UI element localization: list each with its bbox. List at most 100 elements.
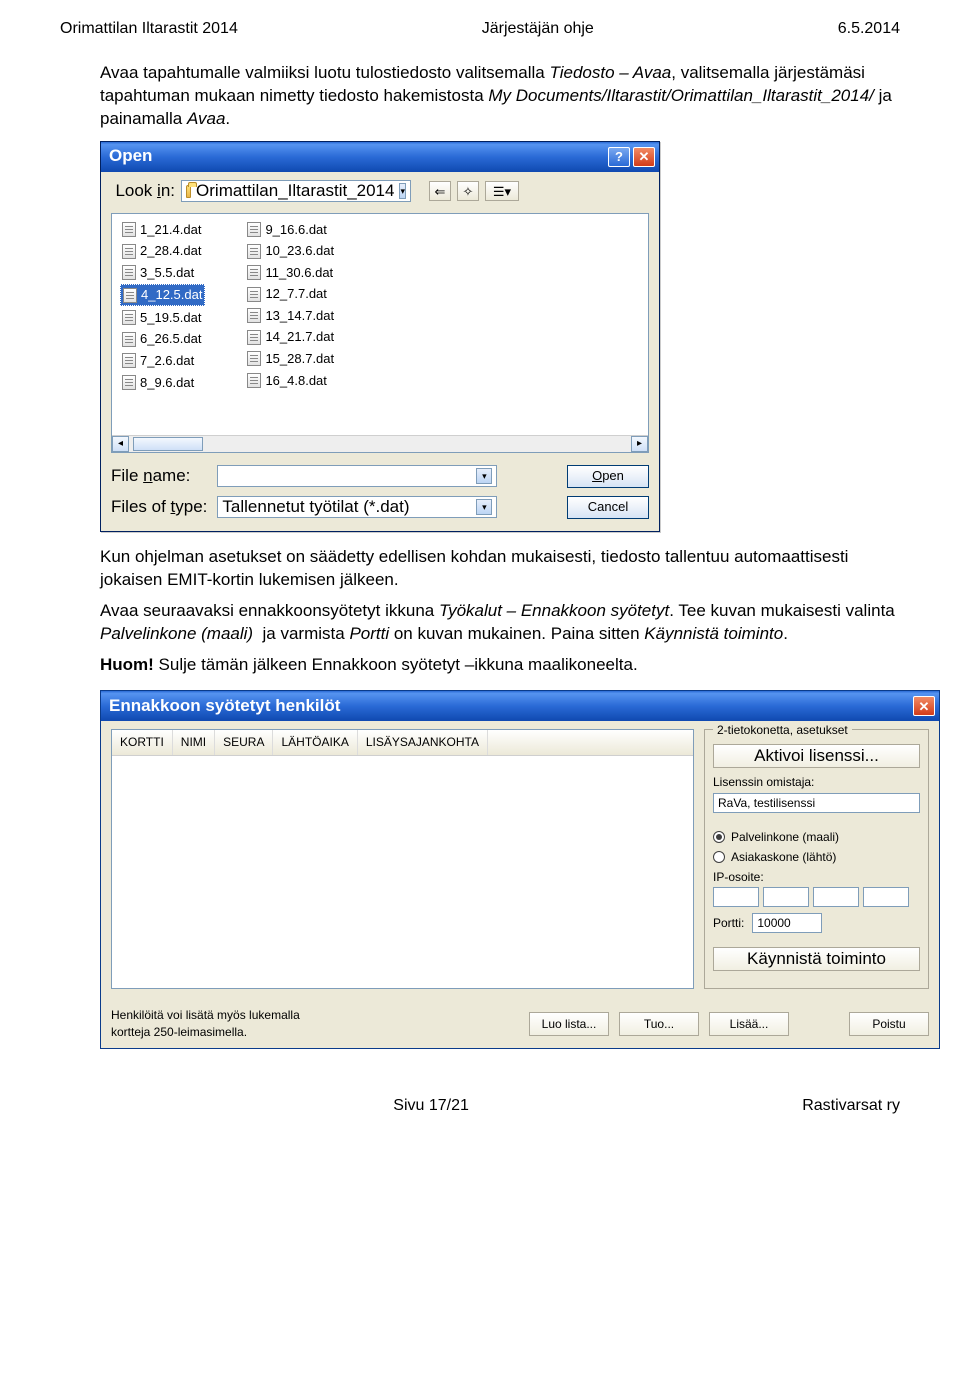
footer-right: Rastivarsat ry: [802, 1097, 900, 1115]
file-icon: [247, 222, 261, 237]
doc-header-center: Järjestäjän ohje: [482, 20, 594, 38]
dialog-titlebar[interactable]: Open ? ✕: [101, 142, 659, 172]
column-header[interactable]: LISÄYSAJANKOHTA: [358, 730, 488, 754]
file-icon: [122, 244, 136, 259]
close-icon[interactable]: ✕: [633, 147, 655, 167]
settings-panel: 2-tietokonetta, asetukset Aktivoi lisens…: [704, 729, 929, 989]
port-label: Portti:: [713, 915, 744, 931]
file-icon: [247, 244, 261, 259]
ennakkoon-dialog: Ennakkoon syötetyt henkilöt ✕ KORTTINIMI…: [100, 690, 940, 1048]
radio-server[interactable]: Palvelinkone (maali): [713, 829, 920, 845]
file-icon: [122, 222, 136, 237]
filetype-combo[interactable]: Tallennetut työtilat (*.dat) ▾: [217, 496, 497, 518]
scroll-left-icon[interactable]: ◂: [112, 436, 129, 452]
doc-header-right: 6.5.2014: [838, 20, 900, 38]
add-button[interactable]: Lisää...: [709, 1012, 789, 1036]
paragraph: Kun ohjelman asetukset on säädetty edell…: [100, 546, 900, 592]
file-item[interactable]: 10_23.6.dat: [245, 241, 336, 261]
file-icon: [247, 351, 261, 366]
help-icon[interactable]: ?: [608, 147, 630, 167]
doc-header-left: Orimattilan Iltarastit 2014: [60, 20, 238, 38]
scrollbar-horizontal[interactable]: ◂ ▸: [112, 435, 648, 452]
chevron-down-icon[interactable]: ▾: [476, 468, 492, 484]
radio-client[interactable]: Asiakaskone (lähtö): [713, 849, 920, 865]
file-icon: [247, 287, 261, 302]
license-owner-field[interactable]: RaVa, testilisenssi: [713, 793, 920, 813]
file-item[interactable]: 16_4.8.dat: [245, 371, 336, 391]
file-item[interactable]: 5_19.5.dat: [120, 308, 205, 328]
filetype-label: Files of type:: [111, 496, 207, 519]
open-button[interactable]: Open: [567, 465, 649, 488]
chevron-down-icon[interactable]: ▾: [476, 499, 492, 515]
file-name: 3_5.5.dat: [140, 264, 194, 282]
file-icon: [122, 332, 136, 347]
file-item[interactable]: 1_21.4.dat: [120, 220, 205, 240]
file-icon: [122, 310, 136, 325]
column-header[interactable]: NIMI: [173, 730, 215, 754]
column-header[interactable]: SEURA: [215, 730, 273, 754]
file-item[interactable]: 15_28.7.dat: [245, 349, 336, 369]
file-icon: [247, 265, 261, 280]
cancel-button[interactable]: Cancel: [567, 496, 649, 519]
toolbar-icons: ⇐ ✧ ☰▾: [429, 181, 519, 201]
dialog-bottombar: Henkilöitä voi lisätä myös lukemalla kor…: [101, 999, 939, 1047]
file-name: 16_4.8.dat: [265, 372, 326, 390]
dialog-titlebar[interactable]: Ennakkoon syötetyt henkilöt ✕: [101, 691, 939, 721]
dialog-title: Open: [109, 145, 152, 168]
lookin-label: Look in:: [111, 180, 175, 203]
file-name: 6_26.5.dat: [140, 330, 201, 348]
chevron-down-icon[interactable]: ▾: [399, 183, 406, 199]
lookin-row: Look in: Orimattilan_Iltarastit_2014 ▾ ⇐…: [101, 172, 659, 207]
file-icon: [122, 375, 136, 390]
file-item[interactable]: 6_26.5.dat: [120, 329, 205, 349]
file-icon: [122, 265, 136, 280]
new-folder-icon[interactable]: ✧: [457, 181, 479, 201]
file-name: 15_28.7.dat: [265, 350, 334, 368]
file-name: 13_14.7.dat: [265, 307, 334, 325]
file-item[interactable]: 3_5.5.dat: [120, 263, 205, 283]
filename-label: File name:: [111, 465, 207, 488]
up-folder-icon[interactable]: ⇐: [429, 181, 451, 201]
file-item[interactable]: 7_2.6.dat: [120, 351, 205, 371]
file-icon: [247, 308, 261, 323]
file-item[interactable]: 13_14.7.dat: [245, 306, 336, 326]
folder-icon: [186, 185, 191, 198]
file-name: 8_9.6.dat: [140, 374, 194, 392]
close-icon[interactable]: ✕: [913, 696, 935, 716]
file-item[interactable]: 12_7.7.dat: [245, 284, 336, 304]
exit-button[interactable]: Poistu: [849, 1012, 929, 1036]
radio-dot-icon: [713, 851, 725, 863]
page-footer: Sivu 17/21 Rastivarsat ry: [0, 1097, 960, 1129]
view-mode-icon[interactable]: ☰▾: [485, 181, 519, 201]
document-header: Orimattilan Iltarastit 2014 Järjestäjän …: [60, 20, 900, 38]
filename-input[interactable]: ▾: [217, 465, 497, 487]
file-name: 12_7.7.dat: [265, 285, 326, 303]
file-item[interactable]: 8_9.6.dat: [120, 373, 205, 393]
column-header[interactable]: LÄHTÖAIKA: [273, 730, 357, 754]
column-header[interactable]: KORTTI: [112, 730, 173, 754]
file-item[interactable]: 14_21.7.dat: [245, 327, 336, 347]
person-list[interactable]: KORTTINIMISEURALÄHTÖAIKALISÄYSAJANKOHTA: [111, 729, 694, 989]
ip-input[interactable]: [713, 887, 920, 907]
file-name: 4_12.5.dat: [141, 286, 202, 304]
file-name: 14_21.7.dat: [265, 328, 334, 346]
file-item[interactable]: 4_12.5.dat: [120, 284, 205, 306]
scroll-right-icon[interactable]: ▸: [631, 436, 648, 452]
file-item[interactable]: 11_30.6.dat: [245, 263, 336, 283]
file-name: 2_28.4.dat: [140, 242, 201, 260]
create-list-button[interactable]: Luo lista...: [529, 1012, 609, 1036]
file-list[interactable]: 1_21.4.dat 2_28.4.dat 3_5.5.dat 4_12.5.dat 5…: [111, 213, 649, 453]
scroll-thumb[interactable]: [133, 437, 203, 451]
lookin-combo[interactable]: Orimattilan_Iltarastit_2014 ▾: [181, 180, 411, 202]
file-name: 5_19.5.dat: [140, 309, 201, 327]
file-item[interactable]: 2_28.4.dat: [120, 241, 205, 261]
file-name: 9_16.6.dat: [265, 221, 326, 239]
file-item[interactable]: 9_16.6.dat: [245, 220, 336, 240]
panel-legend: 2-tietokonetta, asetukset: [713, 722, 852, 738]
open-dialog: Open ? ✕ Look in: Orimattilan_Iltarastit…: [100, 141, 660, 532]
file-icon: [122, 353, 136, 368]
activate-license-button[interactable]: Aktivoi lisenssi...: [713, 744, 920, 768]
start-button[interactable]: Käynnistä toiminto: [713, 947, 920, 971]
import-button[interactable]: Tuo...: [619, 1012, 699, 1036]
port-input[interactable]: 10000: [752, 913, 822, 933]
